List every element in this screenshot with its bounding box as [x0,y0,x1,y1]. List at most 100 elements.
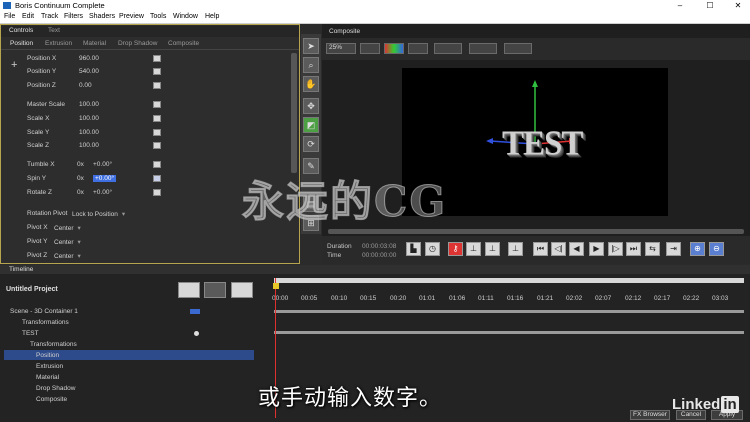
tab-controls[interactable]: Controls [9,27,33,34]
color-bars-icon[interactable] [204,282,226,298]
keyframe-add-icon[interactable]: ⚷ [448,242,463,256]
keyframe-toggle[interactable] [153,55,161,62]
play-reverse-icon[interactable]: ◀ [569,242,584,256]
param-turns-rotate-z[interactable]: 0x [77,189,84,196]
tree-item-composite[interactable]: Composite [36,396,67,403]
subtab-extrusion[interactable]: Extrusion [45,40,72,47]
clock-icon[interactable]: ◷ [425,242,440,256]
crosshair-icon[interactable]: + [11,59,17,71]
tree-item-drop-shadow[interactable]: Drop Shadow [36,385,75,392]
maximize-button[interactable]: ☐ [696,0,724,11]
menu-help[interactable]: Help [205,13,219,20]
subtab-material[interactable]: Material [83,40,106,47]
param-value-position-y[interactable]: 540.00 [79,68,99,75]
subtab-composite[interactable]: Composite [168,40,199,47]
menu-preview[interactable]: Preview [119,13,144,20]
keyframe-prev-icon[interactable]: ⊥ [466,242,481,256]
param-degrees-tumble-x[interactable]: +0.00° [93,161,112,168]
tree-item-material[interactable]: Material [36,374,59,381]
keyframe-toggle-active[interactable] [153,175,161,182]
menu-shaders[interactable]: Shaders [89,13,115,20]
param-value-scale-z[interactable]: 100.00 [79,142,99,149]
close-button[interactable]: ✕ [724,0,750,11]
keyframe-toggle[interactable] [153,161,161,168]
playhead-marker[interactable] [273,283,279,289]
camera-button[interactable] [469,43,497,54]
keyframe-next-icon[interactable]: ⊥ [485,242,500,256]
tab-text[interactable]: Text [48,27,60,34]
loop-icon[interactable]: ⇆ [645,242,660,256]
folder-icon[interactable] [231,282,253,298]
tree-item-transformations-child[interactable]: Transformations [30,341,77,348]
pivot-x-dropdown[interactable]: Center ▾ [54,224,81,232]
view-mode-button[interactable] [360,43,380,54]
menu-window[interactable]: Window [173,13,198,20]
move-tool-icon[interactable]: ✥ [303,98,319,114]
menu-tools[interactable]: Tools [150,13,166,20]
tree-item-scene[interactable]: Scene - 3D Container 1 [10,308,78,315]
tree-item-test[interactable]: TEST [22,330,39,337]
zoom-select[interactable]: 25% [326,43,356,54]
scale-tool-icon[interactable]: ◩ [303,117,319,133]
param-value-position-z[interactable]: 0.00 [79,82,92,89]
keyframe-toggle[interactable] [153,142,161,149]
zoom-tool-icon[interactable]: ⌕ [303,57,319,73]
scrub-bar[interactable] [328,229,744,234]
overlay-button[interactable] [434,43,462,54]
param-degrees-rotate-z[interactable]: +0.00° [93,189,112,196]
split-view-button[interactable] [504,43,532,54]
go-start-icon[interactable]: ⏮ [533,242,548,256]
keyframe-toggle[interactable] [153,115,161,122]
new-layer-icon[interactable] [178,282,200,298]
menu-track[interactable]: Track [41,13,58,20]
param-value-master-scale[interactable]: 100.00 [79,101,99,108]
param-value-position-x[interactable]: 960.00 [79,55,99,62]
param-value-scale-x[interactable]: 100.00 [79,115,99,122]
zoom-in-icon[interactable]: ⊕ [690,242,705,256]
step-back-icon[interactable]: ◁| [551,242,566,256]
param-degrees-spin-y-selected[interactable]: +0.00° [93,175,117,182]
subtab-position[interactable]: Position [10,40,33,47]
tree-item-extrusion[interactable]: Extrusion [36,363,63,370]
keyframe-toggle[interactable] [153,189,161,196]
tab-timeline[interactable]: Timeline [9,266,33,273]
zoom-out-icon[interactable]: ⊖ [709,242,724,256]
controls-scrollbar[interactable] [291,53,297,173]
keyframe-delete-icon[interactable]: ⊥ [508,242,523,256]
fx-browser-button[interactable]: FX Browser [630,410,670,420]
play-icon[interactable]: ▶ [589,242,604,256]
menu-edit[interactable]: Edit [22,13,34,20]
menu-file[interactable]: File [4,13,15,20]
menu-filters[interactable]: Filters [64,13,83,20]
time-value[interactable]: 00:00:00:00 [362,252,396,259]
arrow-tool-icon[interactable]: ➤ [303,38,319,54]
safe-area-button[interactable] [408,43,428,54]
keyframe-toggle[interactable] [153,101,161,108]
subtab-drop-shadow[interactable]: Drop Shadow [118,40,157,47]
rotation-pivot-dropdown[interactable]: Lock to Position ▾ [72,210,125,218]
rotate-tool-icon[interactable]: ⟳ [303,136,319,152]
channels-icon[interactable] [384,43,404,54]
track-bar[interactable] [274,331,744,334]
pivot-z-dropdown[interactable]: Center ▾ [54,252,81,260]
minimize-button[interactable]: – [666,0,694,11]
tab-composite-view[interactable]: Composite [329,28,360,35]
render-icon[interactable]: ▙ [406,242,421,256]
keyframe-toggle[interactable] [153,68,161,75]
pivot-y-dropdown[interactable]: Center ▾ [54,238,81,246]
timeline-range-bar[interactable] [274,278,744,283]
tree-item-transformations[interactable]: Transformations [22,319,69,326]
step-forward-icon[interactable]: |▷ [608,242,623,256]
param-turns-tumble-x[interactable]: 0x [77,161,84,168]
go-end-icon[interactable]: ⏭ [626,242,641,256]
param-turns-spin-y[interactable]: 0x [77,175,84,182]
visibility-icon[interactable] [194,331,199,336]
export-icon[interactable]: ⇥ [666,242,681,256]
hand-tool-icon[interactable]: ✋ [303,76,319,92]
viewport-text-object[interactable]: TEST [502,125,583,164]
track-bar[interactable] [274,310,744,313]
keyframe-toggle[interactable] [153,129,161,136]
keyframe-toggle[interactable] [153,82,161,89]
tree-item-position[interactable]: Position [36,352,59,359]
param-value-scale-y[interactable]: 100.00 [79,129,99,136]
